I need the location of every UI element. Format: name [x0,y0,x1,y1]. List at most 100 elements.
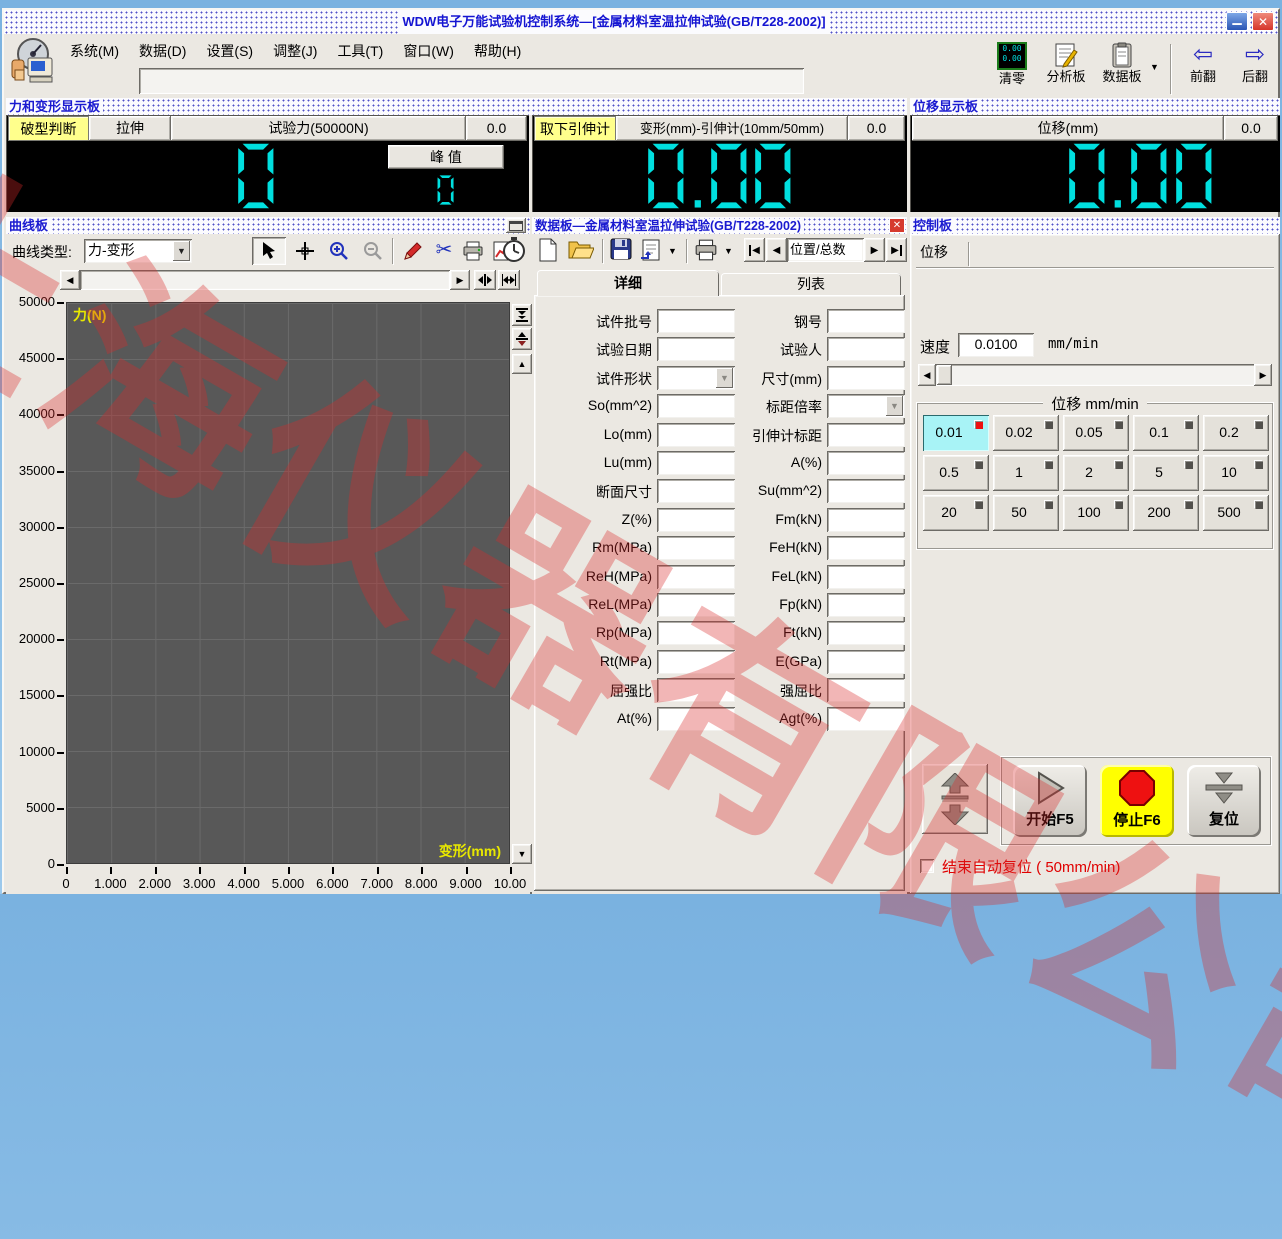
nav-next-button[interactable]: ▶ [864,238,885,262]
crosshair-tool-button[interactable] [290,237,320,265]
y-tick-label: 0 [48,856,64,871]
tab-list[interactable]: 列表 [721,273,901,296]
menu-item-6[interactable]: 帮助(H) [464,38,531,64]
speed-button-1[interactable]: 1 [993,455,1059,491]
form-field-r5[interactable] [827,451,905,475]
form-field-r12[interactable] [827,649,905,674]
menu-item-1[interactable]: 数据(D) [129,38,196,64]
form-field-r11[interactable] [827,621,905,646]
vscroll-up-button[interactable]: ▲ [512,354,532,374]
page-prev-button[interactable]: ⇦ 前翻 [1180,42,1226,96]
export-dropdown-arrow[interactable]: ▼ [668,246,682,258]
pencil-tool-button[interactable] [398,237,428,265]
zoom-in-tool-button[interactable] [324,237,354,265]
nav-first-button[interactable]: ◀ [744,238,765,262]
nav-prev-button[interactable]: ◀ [766,238,787,262]
x-expand-button[interactable] [498,270,520,290]
scissors-tool-button[interactable]: ✂ [430,235,458,265]
hscroll-right-button[interactable]: ▶ [450,270,470,290]
form-field-r7[interactable] [827,507,905,532]
jog-up-down-button[interactable] [922,764,988,834]
clear-zero-button[interactable]: 0.00 0.00 清零 [988,42,1036,96]
form-field-r4[interactable] [827,422,905,447]
data-panel-close-button[interactable]: ✕ [889,218,905,233]
form-field-r3[interactable]: ▼ [827,394,905,419]
open-file-button[interactable] [568,238,596,264]
page-next-button[interactable]: ⇨ 后翻 [1232,42,1278,96]
remove-extensometer-button[interactable]: 取下引伸计 [534,116,616,141]
slider-thumb[interactable] [937,365,952,385]
menu-item-5[interactable]: 窗口(W) [393,38,464,64]
speed-button-500[interactable]: 500 [1203,495,1269,531]
restore-window-icon[interactable] [506,218,526,233]
menu-item-2[interactable]: 设置(S) [196,38,263,64]
form-field-r0[interactable] [827,309,905,333]
speed-button-0.01[interactable]: 0.01 [923,415,989,451]
title-bar[interactable]: WDW电子万能试验机控制系统—[金属材料室温拉伸试验(GB/T228-2002)… [4,10,1278,34]
data-board-button[interactable]: 数据板 [1096,42,1148,96]
print-dropdown-arrow[interactable]: ▼ [724,246,738,258]
reset-button[interactable]: 复位 [1187,765,1261,837]
form-field-r10[interactable] [827,593,905,617]
print-curve-button[interactable] [458,237,488,265]
slider-left-button[interactable]: ◀ [918,364,936,386]
break-judge-button[interactable]: 破型判断 [8,116,89,141]
timer-button[interactable] [502,237,530,265]
hscroll-track[interactable] [80,270,450,290]
nav-last-button[interactable]: ▶ [886,238,907,262]
minimize-button[interactable]: ▁ [1226,11,1248,31]
form-field-r13[interactable] [827,678,905,703]
tab-displacement[interactable]: 位移 [920,242,966,266]
export-report-button[interactable] [640,238,666,264]
vscroll-down-button[interactable]: ▼ [512,844,532,864]
tab-detail[interactable]: 详细 [537,270,719,296]
speed-button-10[interactable]: 10 [1203,455,1269,491]
form-field-r1[interactable] [827,337,905,362]
save-button[interactable] [610,238,636,264]
speed-button-20[interactable]: 20 [923,495,989,531]
curve-type-select[interactable]: 力-变形 ▼ [84,239,192,263]
toolbar-dropdown-arrow[interactable]: ▼ [1150,62,1164,76]
menu-item-4[interactable]: 工具(T) [327,38,393,64]
x-compress-button[interactable] [474,270,496,290]
data-panel-header[interactable]: 数据板—金属材料室温拉伸试验(GB/T228-2002) ✕ [532,217,907,234]
stop-button[interactable]: 停止F6 [1100,765,1174,837]
speed-value-input[interactable]: 0.0100 [958,333,1034,357]
form-field-r2[interactable] [827,365,905,390]
form-field-r6[interactable] [827,479,905,504]
close-button[interactable]: ✕ [1252,12,1274,31]
speed-button-50[interactable]: 50 [993,495,1059,531]
chevron-down-icon[interactable]: ▼ [173,241,190,261]
speed-button-0.02[interactable]: 0.02 [993,415,1059,451]
form-field-r8[interactable] [827,536,905,561]
form-field-r9[interactable] [827,564,905,589]
speed-button-100[interactable]: 100 [1063,495,1129,531]
speed-button-5[interactable]: 5 [1133,455,1199,491]
speed-button-0.1[interactable]: 0.1 [1133,415,1199,451]
analysis-board-button[interactable]: 分析板 [1040,42,1092,96]
chevron-down-icon[interactable]: ▼ [886,396,903,417]
auto-reset-checkbox[interactable] [920,859,934,873]
speed-button-200[interactable]: 200 [1133,495,1199,531]
cursor-tool-button[interactable] [252,237,286,265]
speed-button-0.2[interactable]: 0.2 [1203,415,1269,451]
hscroll-left-button[interactable]: ◀ [60,270,80,290]
form-field-r14[interactable] [827,706,905,731]
chart-plot-area[interactable]: 力(N) 变形(mm) [66,302,510,864]
speed-button-0.5[interactable]: 0.5 [923,455,989,491]
print-report-button[interactable] [694,239,722,265]
tensile-mode-button[interactable]: 拉伸 [89,116,171,141]
speed-button-0.05[interactable]: 0.05 [1063,415,1129,451]
new-record-button[interactable] [538,238,564,264]
peak-button[interactable]: 峰 值 [388,145,504,169]
y-compress-button[interactable] [512,304,532,326]
start-button[interactable]: 开始F5 [1013,765,1087,837]
zoom-out-tool-button[interactable] [358,237,388,265]
slider-right-button[interactable]: ▶ [1254,364,1272,386]
speed-button-2[interactable]: 2 [1063,455,1129,491]
menu-item-0[interactable]: 系统(M) [60,38,129,64]
speed-slider-track[interactable] [918,364,1272,386]
y-expand-button[interactable] [512,328,532,350]
zoom-out-icon [364,242,382,260]
menu-item-3[interactable]: 调整(J) [263,38,327,64]
